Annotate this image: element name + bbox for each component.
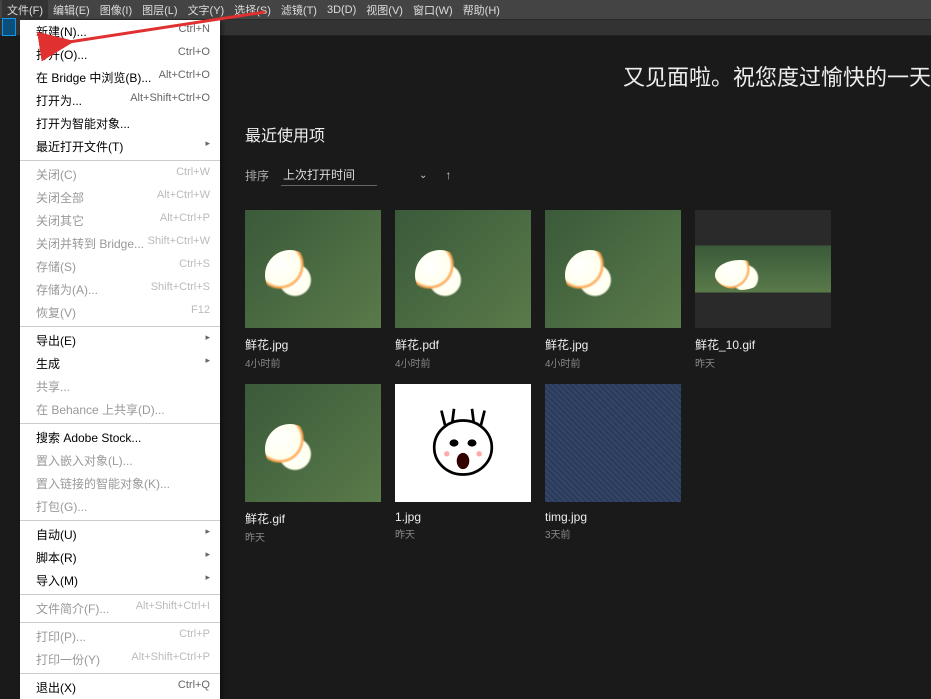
file-time: 4小时前 xyxy=(545,355,681,370)
recent-file-card[interactable]: 鲜花_10.gif 昨天 xyxy=(695,210,831,370)
menu-item[interactable]: 搜索 Adobe Stock... xyxy=(20,426,220,449)
recent-grid: 鲜花.jpg4小时前鲜花.pdf4小时前鲜花.jpg4小时前鲜花_10.gif昨… xyxy=(245,210,931,544)
menubar-item[interactable]: 编辑(E) xyxy=(48,0,95,20)
menu-item[interactable]: 脚本(R)▸ xyxy=(20,546,220,569)
file-name: 鲜花_10.gif xyxy=(695,336,831,353)
face-icon xyxy=(418,398,508,488)
menu-separator xyxy=(20,160,220,161)
menu-separator xyxy=(20,622,220,623)
menubar-item[interactable]: 视图(V) xyxy=(361,0,408,20)
menubar-item[interactable]: 帮助(H) xyxy=(458,0,505,20)
recent-file-card[interactable]: timg.jpg 3天前 xyxy=(545,384,681,544)
menu-item: 存储为(A)...Shift+Ctrl+S xyxy=(20,278,220,301)
file-time: 4小时前 xyxy=(395,355,531,370)
file-time: 4小时前 xyxy=(245,355,381,370)
menu-item: 关闭全部Alt+Ctrl+W xyxy=(20,186,220,209)
recent-file-card[interactable]: 鲜花.jpg 4小时前 xyxy=(545,210,681,370)
ps-tool-icon[interactable] xyxy=(2,18,16,36)
thumbnail xyxy=(245,210,381,328)
menu-item: 关闭并转到 Bridge...Shift+Ctrl+W xyxy=(20,232,220,255)
recent-file-card[interactable]: 鲜花.pdf 4小时前 xyxy=(395,210,531,370)
file-name: 1.jpg xyxy=(395,510,531,524)
menu-separator xyxy=(20,594,220,595)
menu-item[interactable]: 打开为智能对象... xyxy=(20,112,220,135)
menu-item: 打印一份(Y)Alt+Shift+Ctrl+P xyxy=(20,648,220,671)
menu-separator xyxy=(20,520,220,521)
chevron-down-icon[interactable]: ⌄ xyxy=(419,170,427,181)
sort-row: 排序 上次打开时间 ⌄ ↑ xyxy=(245,164,931,186)
menubar: 文件(F)编辑(E)图像(I)图层(L)文字(Y)选择(S)滤镜(T)3D(D)… xyxy=(0,0,931,20)
file-name: 鲜花.gif xyxy=(245,510,381,527)
menu-item[interactable]: 导入(M)▸ xyxy=(20,569,220,592)
recent-file-card[interactable]: 鲜花.jpg 4小时前 xyxy=(245,210,381,370)
file-name: 鲜花.jpg xyxy=(545,336,681,353)
file-time: 昨天 xyxy=(695,355,831,370)
thumbnail xyxy=(395,384,531,502)
greeting-text: 又见面啦。祝您度过愉快的一天 xyxy=(245,60,931,92)
menu-item: 打印(P)...Ctrl+P xyxy=(20,625,220,648)
menubar-item[interactable]: 3D(D) xyxy=(322,2,361,18)
menubar-item[interactable]: 图像(I) xyxy=(95,0,137,20)
sort-direction-icon[interactable]: ↑ xyxy=(445,168,451,182)
menu-item[interactable]: 生成▸ xyxy=(20,352,220,375)
menu-item[interactable]: 导出(E)▸ xyxy=(20,329,220,352)
menu-item[interactable]: 最近打开文件(T)▸ xyxy=(20,135,220,158)
file-name: 鲜花.jpg xyxy=(245,336,381,353)
menu-item[interactable]: 新建(N)...Ctrl+N xyxy=(20,20,220,43)
menu-item: 文件简介(F)...Alt+Shift+Ctrl+I xyxy=(20,597,220,620)
menu-item: 置入嵌入对象(L)... xyxy=(20,449,220,472)
sort-label: 排序 xyxy=(245,167,269,184)
menu-separator xyxy=(20,423,220,424)
menubar-item[interactable]: 滤镜(T) xyxy=(276,0,322,20)
menu-item: 置入链接的智能对象(K)... xyxy=(20,472,220,495)
menu-item[interactable]: 退出(X)Ctrl+Q xyxy=(20,676,220,699)
sort-dropdown[interactable]: 上次打开时间 xyxy=(281,164,377,186)
thumbnail xyxy=(395,210,531,328)
menubar-item[interactable]: 文件(F) xyxy=(2,0,48,20)
recent-file-card[interactable]: 鲜花.gif 昨天 xyxy=(245,384,381,544)
menu-item: 关闭其它Alt+Ctrl+P xyxy=(20,209,220,232)
menubar-item[interactable]: 文字(Y) xyxy=(183,0,230,20)
menu-separator xyxy=(20,673,220,674)
recent-file-card[interactable]: 1.jpg 昨天 xyxy=(395,384,531,544)
recent-title: 最近使用项 xyxy=(245,122,931,146)
menu-item: 关闭(C)Ctrl+W xyxy=(20,163,220,186)
menu-item: 存储(S)Ctrl+S xyxy=(20,255,220,278)
file-time: 昨天 xyxy=(245,529,381,544)
menubar-item[interactable]: 选择(S) xyxy=(229,0,276,20)
file-name: 鲜花.pdf xyxy=(395,336,531,353)
menu-item: 恢复(V)F12 xyxy=(20,301,220,324)
file-time: 3天前 xyxy=(545,526,681,541)
menu-item: 打包(G)... xyxy=(20,495,220,518)
menu-item[interactable]: 自动(U)▸ xyxy=(20,523,220,546)
thumbnail xyxy=(545,210,681,328)
thumbnail xyxy=(545,384,681,502)
thumbnail xyxy=(245,384,381,502)
menubar-item[interactable]: 图层(L) xyxy=(137,0,182,20)
menu-item[interactable]: 在 Bridge 中浏览(B)...Alt+Ctrl+O xyxy=(20,66,220,89)
file-menu-dropdown: 新建(N)...Ctrl+N打开(O)...Ctrl+O在 Bridge 中浏览… xyxy=(20,20,220,699)
menu-item: 在 Behance 上共享(D)... xyxy=(20,398,220,421)
menu-item: 共享... xyxy=(20,375,220,398)
file-time: 昨天 xyxy=(395,526,531,541)
menu-item[interactable]: 打开(O)...Ctrl+O xyxy=(20,43,220,66)
file-name: timg.jpg xyxy=(545,510,681,524)
menu-item[interactable]: 打开为...Alt+Shift+Ctrl+O xyxy=(20,89,220,112)
menu-separator xyxy=(20,326,220,327)
home-content: 又见面啦。祝您度过愉快的一天 最近使用项 排序 上次打开时间 ⌄ ↑ 鲜花.jp… xyxy=(245,40,931,628)
menubar-item[interactable]: 窗口(W) xyxy=(408,0,458,20)
thumbnail xyxy=(695,210,831,328)
